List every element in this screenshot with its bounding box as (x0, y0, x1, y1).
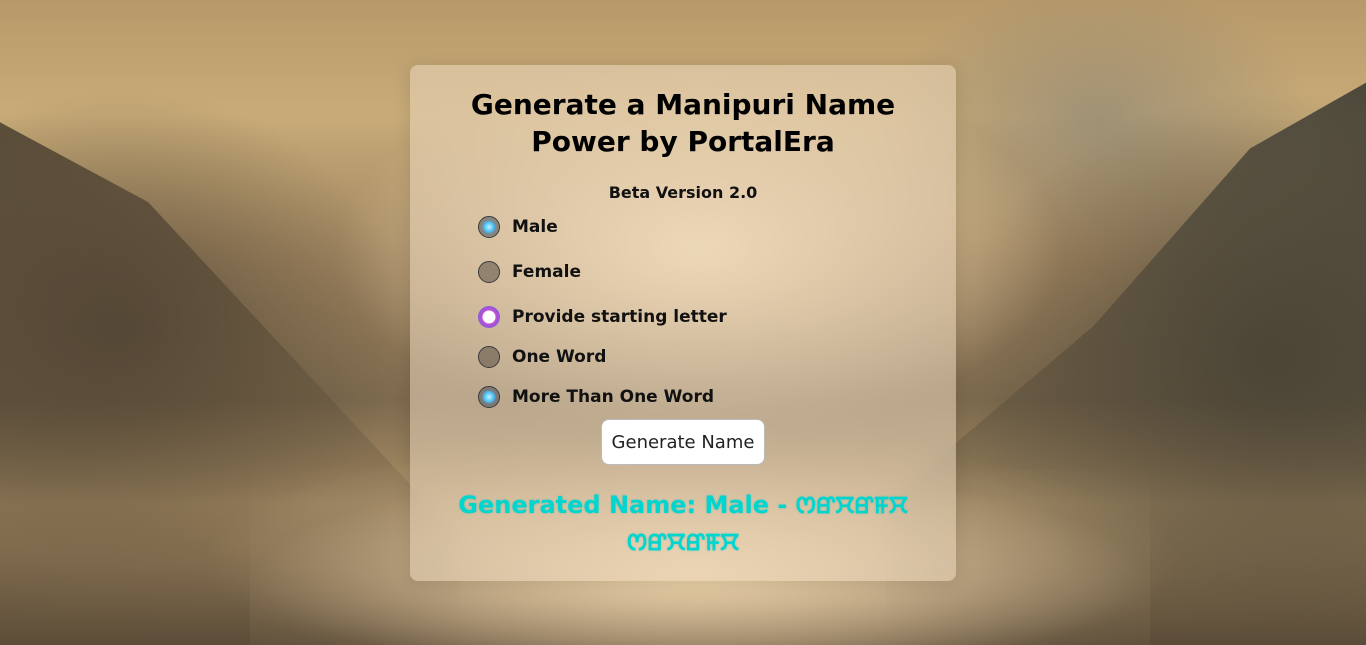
more-than-one-word-label[interactable]: More Than One Word (512, 387, 714, 407)
name-generator-card: Generate a Manipuri Name Power by Portal… (410, 65, 956, 581)
option-female[interactable]: Female (478, 261, 581, 283)
option-male[interactable]: Male (478, 216, 558, 238)
version-label: Beta Version 2.0 (608, 183, 758, 202)
more-than-one-word-radio[interactable] (478, 386, 500, 408)
female-radio[interactable] (478, 261, 500, 283)
one-word-radio[interactable] (478, 346, 500, 368)
male-label[interactable]: Male (512, 217, 558, 237)
title-line-1: Generate a Manipuri Name (470, 88, 896, 121)
male-radio[interactable] (478, 216, 500, 238)
option-starting-letter[interactable]: Provide starting letter (478, 306, 727, 328)
option-more-than-one-word[interactable]: More Than One Word (478, 386, 714, 408)
background-mountain-right (886, 60, 1366, 645)
one-word-label[interactable]: One Word (512, 347, 606, 367)
title-line-2: Power by PortalEra (531, 125, 835, 158)
generate-name-button[interactable]: Generate Name (601, 419, 765, 465)
female-label[interactable]: Female (512, 262, 581, 282)
starting-letter-label[interactable]: Provide starting letter (512, 307, 727, 327)
background-mountain-left (0, 90, 460, 645)
generated-name-result: Generated Name: Male - ꯁꯔꯆꯔꯝꯆ ꯁꯔꯆꯔꯝꯆ (458, 491, 908, 556)
starting-letter-radio[interactable] (478, 306, 500, 328)
page-title: Generate a Manipuri Name Power by Portal… (410, 65, 956, 160)
option-one-word[interactable]: One Word (478, 346, 606, 368)
